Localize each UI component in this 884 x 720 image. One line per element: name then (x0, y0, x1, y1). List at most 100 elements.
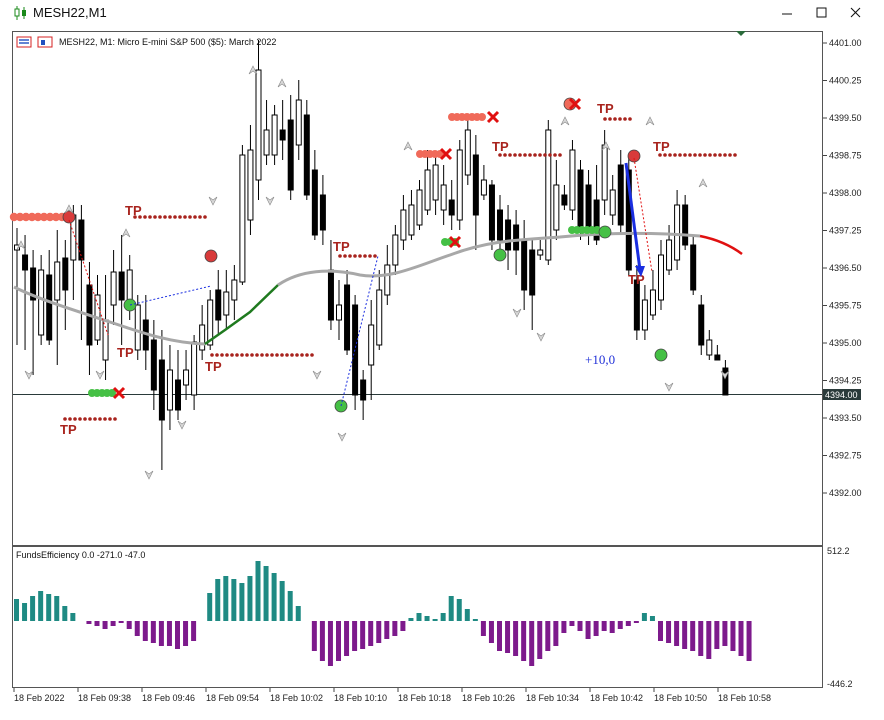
level-dot (703, 153, 707, 157)
level-dot (103, 417, 107, 421)
level-dot (188, 215, 192, 219)
price-tick-label: 4400.25 (829, 76, 862, 86)
time-tick-label: 18 Feb 09:46 (142, 693, 195, 703)
candle (432, 164, 439, 201)
entry-circle (204, 249, 218, 263)
level-dot (300, 353, 304, 357)
level-dot (73, 417, 77, 421)
candle (22, 254, 29, 271)
level-dot (98, 417, 102, 421)
candle (569, 149, 576, 211)
indicator-pane[interactable] (12, 546, 823, 688)
time-tick-label: 18 Feb 10:18 (398, 693, 451, 703)
level-dot (183, 215, 187, 219)
candle (62, 257, 69, 291)
candle (658, 254, 664, 301)
level-dot (173, 215, 177, 219)
candle (239, 154, 246, 283)
level-dot (343, 254, 347, 258)
candle (400, 209, 407, 241)
level-dot (618, 117, 622, 121)
candle (690, 244, 697, 291)
fractal-up-icon (277, 78, 287, 88)
candle (601, 144, 608, 201)
candle (327, 269, 334, 321)
level-dot (508, 153, 512, 157)
level-dot (688, 153, 692, 157)
level-dot (373, 254, 377, 258)
candle (295, 99, 302, 146)
candle (110, 271, 117, 306)
entry-circle (598, 225, 612, 239)
candle (368, 324, 375, 366)
time-tick-label: 18 Feb 09:54 (206, 693, 259, 703)
tp-label: TP (628, 272, 645, 287)
candle (408, 204, 415, 236)
time-tick-label: 18 Feb 10:50 (654, 693, 707, 703)
chart-info-text: MESH22, M1: Micro E-mini S&P 500 ($5): M… (59, 37, 276, 47)
level-dot (158, 215, 162, 219)
candle (279, 129, 286, 141)
level-dot (518, 153, 522, 157)
price-tick-label: 4399.50 (829, 113, 862, 123)
candle (424, 169, 431, 211)
candle (336, 304, 342, 321)
candle (537, 249, 544, 256)
fractal-up-icon (560, 116, 570, 126)
candle (472, 154, 479, 216)
level-dot (733, 153, 737, 157)
profit-label: +10,0 (585, 352, 615, 367)
candle (714, 354, 721, 361)
level-dot (478, 113, 486, 121)
candle (521, 239, 528, 291)
time-tick-label: 18 Feb 10:26 (462, 693, 515, 703)
time-tick-label: 18 Feb 10:42 (590, 693, 643, 703)
price-tick-label: 4397.25 (829, 226, 862, 236)
level-dot (163, 215, 167, 219)
fractal-up-icon (121, 228, 131, 238)
level-dot (235, 353, 239, 357)
level-dot (668, 153, 672, 157)
candle (166, 369, 173, 411)
level-dot (108, 417, 112, 421)
candle (649, 289, 656, 316)
price-tick-label: 4395.75 (829, 301, 862, 311)
candle (497, 209, 503, 241)
level-dot (663, 153, 667, 157)
candle (529, 249, 536, 296)
fractal-down-icon (24, 370, 34, 380)
time-tick-label: 18 Feb 10:34 (526, 693, 579, 703)
level-dot (368, 254, 372, 258)
candle (46, 274, 53, 341)
level-dot (178, 215, 182, 219)
tp-label: TP (60, 422, 77, 437)
price-tick-label: 4398.75 (829, 151, 862, 161)
candle (561, 194, 568, 206)
tp-label: TP (492, 139, 509, 154)
tp-label: TP (117, 345, 134, 360)
price-tick-label: 4401.00 (829, 38, 862, 48)
candle (698, 304, 705, 346)
candle (553, 184, 560, 231)
level-dot (718, 153, 722, 157)
level-dot (83, 417, 87, 421)
level-dot (230, 353, 234, 357)
level-dot (275, 353, 279, 357)
tp-label: TP (205, 359, 222, 374)
candle (609, 189, 616, 216)
candle (641, 299, 648, 331)
level-dot (78, 417, 82, 421)
level-dot (658, 153, 662, 157)
level-dot (673, 153, 677, 157)
indicator-scale-top: 512.2 (827, 546, 850, 556)
time-tick-label: 18 Feb 10:58 (718, 693, 771, 703)
candle (448, 199, 455, 216)
fractal-down-icon (177, 420, 187, 430)
candle (255, 69, 262, 181)
level-dot (113, 417, 117, 421)
candle (311, 169, 318, 236)
level-dot (353, 254, 357, 258)
tp-label: TP (597, 101, 614, 116)
chart-shift-icon[interactable] (736, 31, 746, 36)
ma-line-red (699, 234, 743, 256)
